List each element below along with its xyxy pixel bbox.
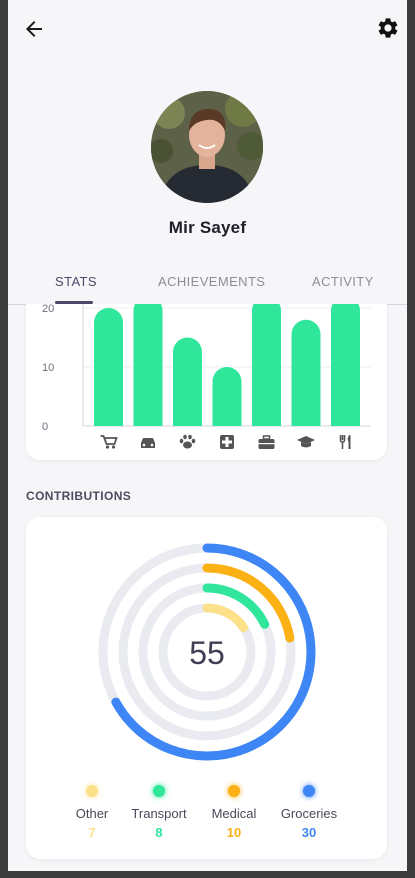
- legend-value: 30: [301, 825, 317, 840]
- bar-car[interactable]: [133, 304, 163, 426]
- legend-item-medical[interactable]: Medical 10: [194, 785, 274, 840]
- phone-screen: Mir Sayef STATS ACHIEVEMENTS ACTIVITY 0 1…: [8, 0, 407, 871]
- briefcase-icon: [258, 435, 275, 449]
- ring-legend: Other 7 Transport 8 Medical 10 Groceries 30: [26, 785, 387, 855]
- medical-kit-icon: [220, 435, 234, 449]
- legend-item-groceries[interactable]: Groceries 30: [269, 785, 349, 840]
- legend-value: 8: [155, 825, 163, 840]
- stats-content[interactable]: 0 10 20 CONTRIBUTIONS 55 Other 7 Transport 8 M…: [8, 304, 407, 871]
- bar-briefcase[interactable]: [252, 304, 281, 426]
- category-bar-chart: 0 10 20: [42, 304, 371, 449]
- contributions-ring-chart: 55: [98, 543, 316, 761]
- contributions-card: 55 Other 7 Transport 8 Medical 10 Groceries 30: [26, 517, 387, 859]
- arrow-left-icon[interactable]: [22, 17, 46, 41]
- graduation-cap-icon: [297, 436, 315, 448]
- gear-icon[interactable]: [376, 16, 400, 40]
- legend-item-transport[interactable]: Transport 8: [119, 785, 199, 840]
- legend-dot: [228, 785, 240, 797]
- car-icon: [141, 438, 155, 448]
- bar-cart[interactable]: [94, 308, 123, 426]
- shopping-cart-icon: [100, 435, 118, 449]
- utensils-icon: [339, 435, 351, 449]
- ring-center-value: 55: [189, 635, 225, 671]
- y-tick-label: 10: [42, 362, 54, 374]
- contributions-title: CONTRIBUTIONS: [26, 489, 132, 503]
- tab-bar: STATS ACHIEVEMENTS ACTIVITY: [8, 262, 407, 305]
- bar-medical-kit[interactable]: [212, 367, 242, 426]
- profile-name: Mir Sayef: [168, 218, 247, 237]
- legend-dot: [153, 785, 165, 797]
- bar-paw[interactable]: [173, 337, 202, 427]
- legend-label: Transport: [131, 806, 187, 821]
- y-tick-label: 20: [42, 304, 54, 315]
- top-bar: [8, 0, 407, 60]
- paw-icon: [179, 434, 196, 449]
- avatar[interactable]: [151, 91, 263, 203]
- ring-arc-other[interactable]: [202, 603, 249, 633]
- y-tick-label: 0: [42, 421, 48, 433]
- spending-bar-card: 0 10 20: [26, 304, 387, 460]
- legend-dot: [86, 785, 98, 797]
- tab-achievements[interactable]: ACHIEVEMENTS: [158, 274, 265, 289]
- profile-photo: [151, 91, 263, 203]
- bar-utensils[interactable]: [331, 304, 360, 426]
- legend-value: 10: [226, 825, 242, 840]
- tab-stats[interactable]: STATS: [55, 274, 97, 289]
- legend-label: Medical: [211, 806, 257, 821]
- tab-activity[interactable]: ACTIVITY: [312, 274, 374, 289]
- bar-graduation-cap[interactable]: [291, 319, 321, 426]
- legend-label: Groceries: [280, 806, 338, 821]
- legend-dot: [303, 785, 315, 797]
